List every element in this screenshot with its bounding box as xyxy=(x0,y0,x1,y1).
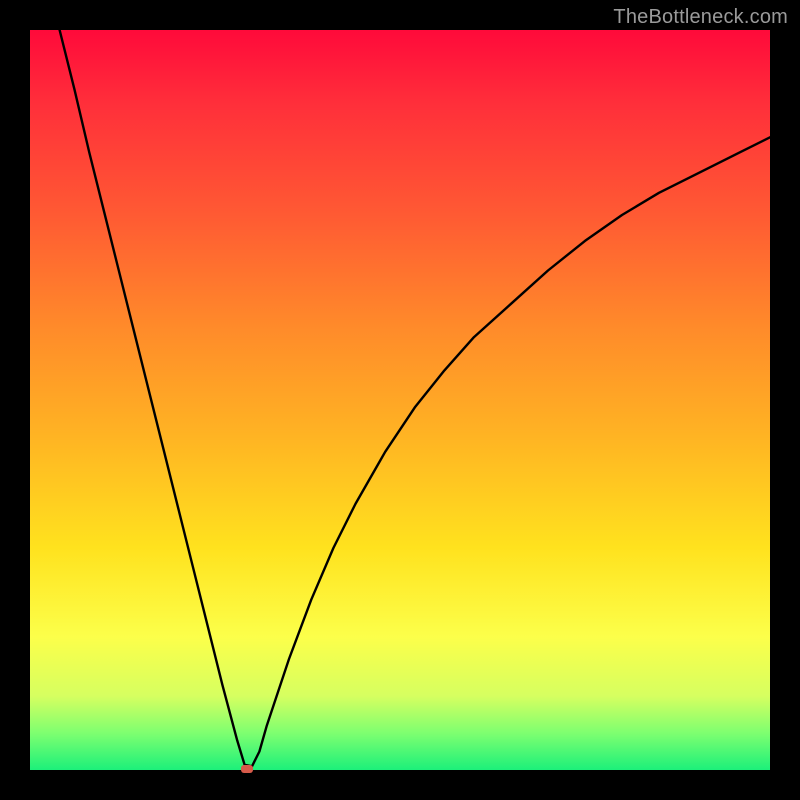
chart-frame: TheBottleneck.com xyxy=(0,0,800,800)
minimum-marker xyxy=(241,765,253,773)
chart-plot-area xyxy=(30,30,770,770)
chart-curve-svg xyxy=(30,30,770,770)
v-curve-line xyxy=(60,30,770,766)
watermark-text: TheBottleneck.com xyxy=(613,6,788,29)
